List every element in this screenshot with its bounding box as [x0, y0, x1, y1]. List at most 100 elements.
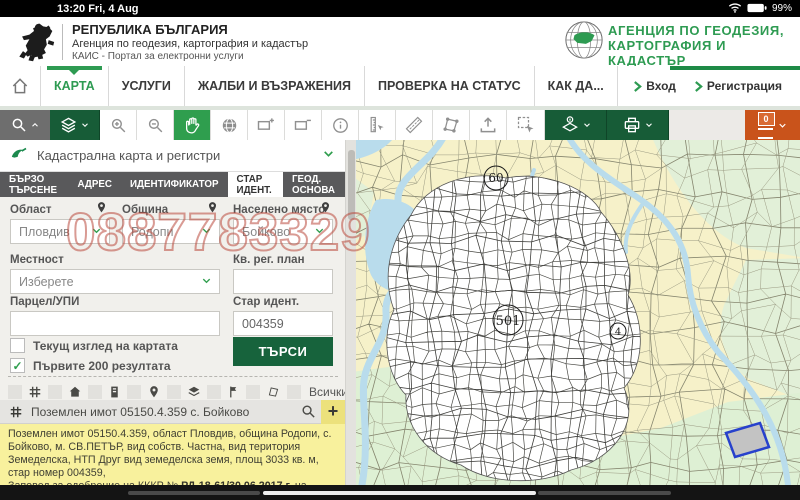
republic-title: РЕПУБЛИКА БЪЛГАРИЯ	[72, 22, 228, 37]
layer-visibility-button[interactable]	[545, 110, 607, 140]
parcel-input[interactable]	[10, 311, 220, 336]
bottom-scrollbar[interactable]	[0, 485, 800, 500]
first200-checkbox-row[interactable]: ✓ Първите 200 резултата	[10, 358, 171, 373]
measure-distance-button[interactable]	[396, 110, 433, 140]
orders-cart-button[interactable]: 0	[745, 110, 800, 140]
map-viewport[interactable]: 60 501 4	[356, 140, 800, 485]
layer-select-value: Кадастрална карта и регистри	[37, 148, 220, 163]
panel-scrollbar-thumb[interactable]	[348, 150, 355, 220]
chevron-right-icon	[694, 81, 703, 92]
globe-extent-button[interactable]	[211, 110, 248, 140]
location-pin-icon	[206, 200, 219, 220]
filter-checkbox[interactable]	[127, 385, 141, 399]
tab-barzo-tarsene[interactable]: БЪРЗО ТЪРСЕНЕ	[0, 172, 68, 197]
nav-item-label: УСЛУГИ	[122, 79, 171, 93]
wifi-icon	[728, 0, 742, 18]
chevron-down-icon	[644, 120, 654, 130]
star-ident-field-wrap	[233, 311, 333, 336]
result-type-filters: Всички	[8, 383, 348, 401]
rectangle-plus-icon	[256, 115, 276, 135]
portal-subtitle: КАИС - Портал за електронни услуги	[72, 51, 244, 62]
tab-identifikator[interactable]: ИДЕНТИФИКАТОР	[121, 172, 228, 197]
tab-adres[interactable]: АДРЕС	[68, 172, 121, 197]
header: РЕПУБЛИКА БЪЛГАРИЯ Агенция по геодезия, …	[0, 17, 800, 66]
naseleno-select[interactable]: Бойково	[233, 219, 333, 244]
chevron-right-icon	[633, 81, 642, 92]
zoom-out-button[interactable]	[137, 110, 174, 140]
star-ident-input[interactable]	[233, 311, 333, 336]
polygon-icon	[441, 115, 461, 135]
zoom-rect-out-button[interactable]	[285, 110, 322, 140]
search-button[interactable]: ТЪРСИ	[233, 337, 333, 366]
header-divider	[62, 24, 63, 60]
orders-list-icon	[758, 128, 773, 139]
current-view-checkbox-row[interactable]: Текущ изглед на картата	[10, 338, 178, 353]
ruler-icon	[404, 115, 424, 135]
filter-checkbox[interactable]	[167, 385, 181, 399]
zoom-rect-in-button[interactable]	[248, 110, 285, 140]
filter-checkbox[interactable]	[88, 385, 102, 399]
nav-item-label: ПРОВЕРКА НА СТАТУС	[378, 79, 521, 93]
measure-area-button[interactable]	[433, 110, 470, 140]
nav-item-uslugi[interactable]: УСЛУГИ	[109, 66, 185, 106]
obshtina-select[interactable]: Родопи	[122, 219, 220, 244]
filter-checkbox[interactable]	[48, 385, 62, 399]
panel-scrollbar[interactable]	[345, 140, 356, 485]
mestnost-select[interactable]: Изберете	[10, 269, 220, 294]
parcel-label: Парцел/УПИ	[10, 296, 79, 308]
mestnost-value: Изберете	[19, 275, 74, 289]
search-panel: Кадастрална карта и регистри БЪРЗО ТЪРСЕ…	[0, 140, 345, 485]
map-svg[interactable]: 60 501 4	[356, 140, 800, 485]
map-scale-button[interactable]	[359, 110, 396, 140]
chevron-down-icon	[777, 120, 788, 131]
layers-tool-button[interactable]	[50, 110, 100, 140]
agency-subtitle: Агенция по геодезия, картография и кадас…	[72, 38, 308, 50]
zoom-in-button[interactable]	[100, 110, 137, 140]
identify-info-button[interactable]	[322, 110, 359, 140]
search-tabs: БЪРЗО ТЪРСЕНЕ АДРЕС ИДЕНТИФИКАТОР СТАР И…	[0, 172, 345, 197]
home-button[interactable]	[0, 66, 41, 106]
select-region-button[interactable]	[507, 110, 545, 140]
login-link[interactable]: Вход	[633, 79, 676, 93]
rectangle-minus-icon	[293, 115, 313, 135]
scrollbar-thumb[interactable]	[263, 491, 536, 495]
result-row[interactable]: Поземлен имот 05150.4.359 с. Бойково +	[0, 400, 345, 424]
location-pin-icon	[319, 200, 332, 220]
map-layer-select[interactable]: Кадастрална карта и регистри	[0, 140, 345, 172]
export-upload-button[interactable]	[470, 110, 507, 140]
zoom-in-icon	[109, 116, 128, 135]
checkbox-unchecked[interactable]	[10, 338, 25, 353]
nav-item-karta[interactable]: КАРТА	[41, 66, 109, 106]
filter-checkbox[interactable]	[207, 385, 221, 399]
agency-logo-line1: АГЕНЦИЯ ПО ГЕОДЕЗИЯ,	[608, 23, 800, 38]
flag-icon	[227, 385, 240, 399]
register-link[interactable]: Регистрация	[694, 79, 782, 93]
filter-checkbox[interactable]	[287, 385, 301, 399]
nav-item-zhalbi[interactable]: ЖАЛБИ И ВЪЗРАЖЕНИЯ	[185, 66, 365, 106]
nav-item-proverka[interactable]: ПРОВЕРКА НА СТАТУС	[365, 66, 535, 106]
filter-checkbox[interactable]	[246, 385, 260, 399]
chevron-down-icon	[201, 225, 212, 239]
globe-icon	[220, 116, 239, 135]
pan-tool-button[interactable]	[174, 110, 211, 140]
select-rectangle-cursor-icon	[516, 115, 536, 135]
kvreg-input[interactable]	[233, 269, 333, 294]
checkbox-checked[interactable]: ✓	[10, 358, 25, 373]
add-result-button[interactable]: +	[321, 400, 345, 424]
home-icon	[10, 76, 30, 96]
status-time: 13:20 Fri, 4 Aug	[57, 3, 139, 15]
filter-checkbox[interactable]	[8, 385, 22, 399]
oblast-select[interactable]: Пловдив	[10, 219, 110, 244]
zoom-to-result-icon[interactable]	[300, 403, 317, 420]
star-ident-label: Стар идент.	[233, 296, 299, 308]
print-button[interactable]	[607, 110, 669, 140]
chevron-down-icon	[314, 225, 325, 239]
agency-logo-text: АГЕНЦИЯ ПО ГЕОДЕЗИЯ, КАРТОГРАФИЯ И КАДАС…	[608, 23, 800, 68]
search-tool-button[interactable]	[0, 110, 50, 140]
tab-geod-osnova[interactable]: ГЕОД. ОСНОВА	[283, 172, 345, 197]
tab-star-ident[interactable]: СТАР ИДЕНТ.	[228, 172, 283, 197]
parcel-grid-icon	[28, 385, 42, 399]
nav-item-label: КАРТА	[54, 79, 95, 93]
pin-icon	[147, 385, 161, 399]
nav-item-kak-da[interactable]: КАК ДА...	[535, 66, 618, 106]
